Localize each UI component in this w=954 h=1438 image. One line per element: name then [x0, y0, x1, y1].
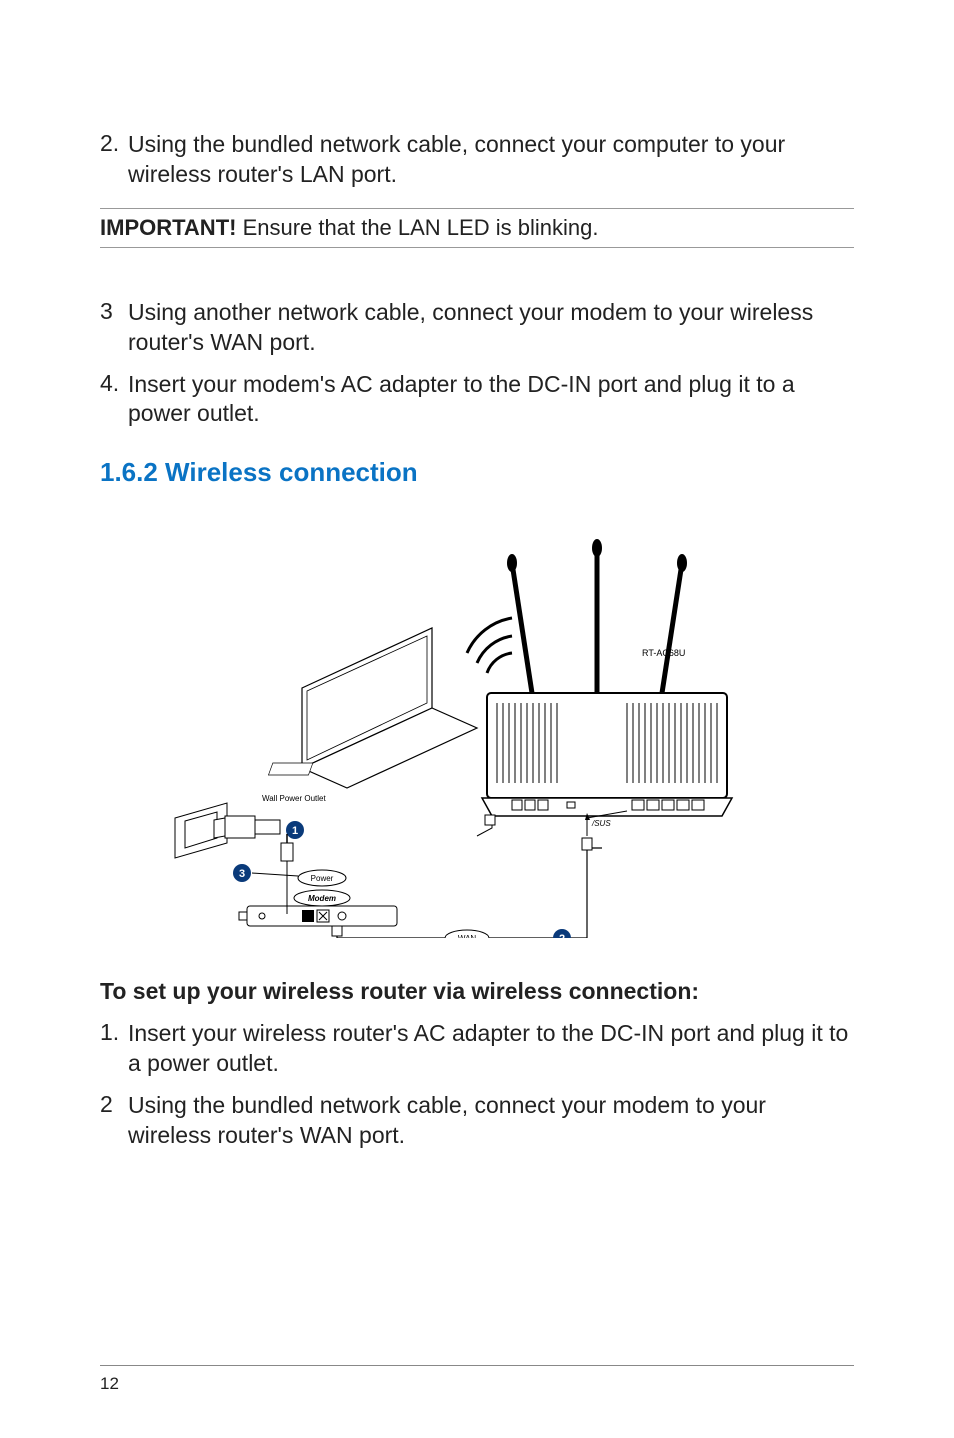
- modem-icon: Modem: [239, 890, 397, 926]
- step-item: 2. Using the bundled network cable, conn…: [100, 130, 854, 190]
- step-number: 2.: [100, 130, 128, 190]
- step-number: 1.: [100, 1019, 128, 1079]
- page-number: 12: [100, 1374, 119, 1394]
- step-text: Insert your wireless router's AC adapter…: [128, 1019, 854, 1079]
- wall-outlet-icon: Wall Power Outlet: [175, 794, 327, 858]
- section-heading: 1.6.2 Wireless connection: [100, 457, 854, 488]
- modem-label: Modem: [308, 894, 336, 903]
- important-label: IMPORTANT!: [100, 215, 236, 240]
- diagram-svg: RT-AC68U /SUS Wall Power Outlet 1 3 Powe…: [167, 518, 787, 938]
- step-item: 3 Using another network cable, connect y…: [100, 298, 854, 358]
- wifi-icon: [467, 618, 512, 673]
- diagram-badge-2: 2: [559, 933, 565, 938]
- footer-divider: [100, 1365, 854, 1366]
- step-number: 2: [100, 1091, 128, 1151]
- diagram-badge-3: 3: [239, 868, 245, 880]
- connection-diagram: RT-AC68U /SUS Wall Power Outlet 1 3 Powe…: [100, 518, 854, 938]
- wan-label: WAN: [458, 934, 477, 938]
- step-text: Using the bundled network cable, connect…: [128, 1091, 854, 1151]
- step-text: Using the bundled network cable, connect…: [128, 130, 854, 190]
- wall-outlet-label: Wall Power Outlet: [262, 794, 327, 803]
- step-text: Using another network cable, connect you…: [128, 298, 854, 358]
- router-model-label: RT-AC68U: [642, 648, 685, 658]
- router-brand-label: /SUS: [591, 819, 611, 828]
- step-number: 4.: [100, 370, 128, 430]
- step-number: 3: [100, 298, 128, 358]
- diagram-badge-1: 1: [292, 825, 298, 837]
- sub-heading: To set up your wireless router via wirel…: [100, 978, 854, 1005]
- important-text: Ensure that the LAN LED is blinking.: [236, 215, 598, 240]
- important-callout: IMPORTANT! Ensure that the LAN LED is bl…: [100, 208, 854, 248]
- laptop-icon: [268, 628, 477, 788]
- power-label: Power: [311, 874, 334, 883]
- step-text: Insert your modem's AC adapter to the DC…: [128, 370, 854, 430]
- step-item: 4. Insert your modem's AC adapter to the…: [100, 370, 854, 430]
- router-icon: RT-AC68U /SUS: [482, 539, 732, 828]
- step-item: 2 Using the bundled network cable, conne…: [100, 1091, 854, 1151]
- step-item: 1. Insert your wireless router's AC adap…: [100, 1019, 854, 1079]
